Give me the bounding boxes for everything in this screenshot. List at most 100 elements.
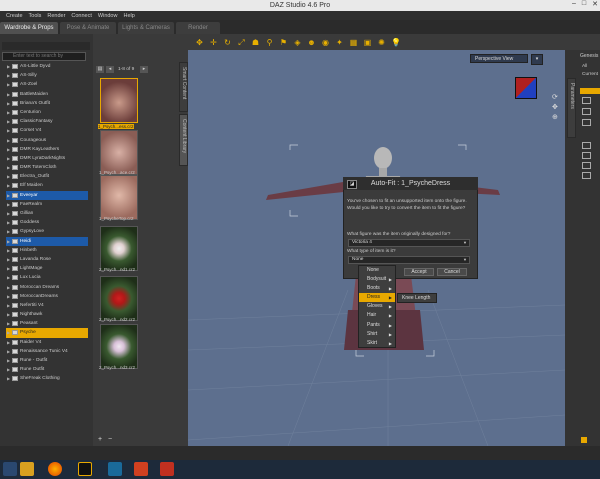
- thumbnail-5[interactable]: [100, 276, 138, 321]
- camera-select[interactable]: Perspective View: [470, 54, 528, 63]
- folder-item[interactable]: ▶ Elf Maiden: [6, 181, 88, 190]
- menu-item-hair[interactable]: Hair ▶: [359, 311, 395, 320]
- figure-tool-icon[interactable]: ☻: [307, 38, 316, 47]
- tab-smart-content[interactable]: Smart Content: [179, 62, 188, 112]
- folder-item[interactable]: ▶ Hinbeth: [6, 246, 88, 255]
- node-tool-icon[interactable]: ⚑: [279, 38, 288, 47]
- checkbox[interactable]: [581, 437, 587, 443]
- cancel-button[interactable]: Cancel: [437, 268, 467, 276]
- folder-item[interactable]: ▶ LightMage: [6, 264, 88, 273]
- view-cube-icon[interactable]: [515, 77, 537, 99]
- menu-item-skirt[interactable]: Skirt ▶: [359, 339, 395, 348]
- menu-connect[interactable]: Connect: [71, 13, 92, 19]
- item-type-select[interactable]: None: [348, 256, 470, 264]
- scene-item-icon[interactable]: [582, 172, 591, 179]
- folder-item[interactable]: ▶ AS-Little Dyvd: [6, 62, 88, 71]
- accept-button[interactable]: Accept: [404, 268, 434, 276]
- menu-item-none[interactable]: None: [359, 266, 395, 275]
- tab-parameters[interactable]: Parameters: [567, 78, 576, 138]
- scene-item-icon[interactable]: [582, 142, 591, 149]
- joint-tool-icon[interactable]: ⚲: [265, 38, 274, 47]
- tab-content-library[interactable]: Content Library: [179, 114, 188, 166]
- folder-item[interactable]: ▶ FaeRealm: [6, 200, 88, 209]
- view-mode-icon[interactable]: ▤: [96, 66, 104, 73]
- folder-item[interactable]: ▶ SheFreak Clothing: [6, 374, 88, 383]
- menu-tools[interactable]: Tools: [29, 13, 42, 19]
- menu-item-gloves[interactable]: Gloves ▶: [359, 302, 395, 311]
- menu-item-boots[interactable]: Boots ▶: [359, 284, 395, 293]
- folder-item[interactable]: ▶ Gillian: [6, 209, 88, 218]
- daz-studio-icon[interactable]: [78, 462, 92, 476]
- spotlight-tool-icon[interactable]: ✺: [377, 38, 386, 47]
- figure-select[interactable]: Victoria 4: [348, 239, 470, 247]
- thumbnail-6[interactable]: [100, 324, 138, 369]
- app-icon[interactable]: [108, 462, 122, 476]
- firefox-icon[interactable]: [48, 462, 62, 476]
- folder-item[interactable]: ▶ ClassicFantasy: [6, 117, 88, 126]
- tab-render[interactable]: Render: [176, 22, 220, 34]
- folder-item[interactable]: ▶ Nighthawk: [6, 310, 88, 319]
- folder-item[interactable]: ▶ Centurion: [6, 108, 88, 117]
- menu-item-dress[interactable]: Dress ▶: [359, 293, 395, 303]
- folder-item[interactable]: ▶ Rune - Outfit: [6, 356, 88, 365]
- folder-item[interactable]: ▶ DMR KayLeathers: [6, 145, 88, 154]
- folder-item[interactable]: ▶ GypsyLove: [6, 227, 88, 236]
- folder-item[interactable]: ▶ Briana's Outfit: [6, 99, 88, 108]
- submenu-knee-length[interactable]: Knee Length: [397, 293, 437, 303]
- folder-item-active[interactable]: ▶ Psyche: [6, 328, 88, 338]
- folder-item[interactable]: ▶ DMR TotemCloth: [6, 163, 88, 172]
- folder-item[interactable]: ▶ Lavanda Rose: [6, 255, 88, 264]
- folder-item-selected[interactable]: ▶ Heidi: [6, 236, 88, 246]
- close-icon[interactable]: ✕: [592, 0, 598, 8]
- file-explorer-icon[interactable]: [20, 462, 34, 476]
- select-tool-icon[interactable]: ✥: [195, 38, 204, 47]
- folder-item[interactable]: ▶ Renaissance Tunic V4: [6, 347, 88, 356]
- pan-icon[interactable]: ✥: [552, 104, 560, 112]
- folder-item[interactable]: ▶ Corset V4: [6, 126, 88, 135]
- tab-lights-cameras[interactable]: Lights & Cameras: [118, 22, 174, 34]
- folder-item[interactable]: ▶ Rune Outfit: [6, 365, 88, 374]
- minimize-icon[interactable]: –: [572, 0, 576, 8]
- remove-icon[interactable]: −: [108, 436, 115, 443]
- folder-item[interactable]: ▶ Courageous: [6, 136, 88, 145]
- region-tool-icon[interactable]: ▣: [363, 38, 372, 47]
- menu-window[interactable]: Window: [98, 13, 118, 19]
- chevron-left-icon[interactable]: ◂: [106, 66, 114, 73]
- folder-item[interactable]: ▶ DMR LyraDarkNights: [6, 154, 88, 163]
- folder-item[interactable]: ▶ Nefertiti V4: [6, 301, 88, 310]
- folder-item[interactable]: ▶ Lux Lucia: [6, 273, 88, 282]
- menu-create[interactable]: Create: [6, 13, 23, 19]
- filter-current[interactable]: Current: [582, 72, 598, 77]
- folder-item[interactable]: ▶ MoroccanDreams: [6, 292, 88, 301]
- viewport-menu-icon[interactable]: ▾: [531, 54, 543, 65]
- surface-tool-icon[interactable]: ✦: [335, 38, 344, 47]
- menu-item-pants[interactable]: Pants ▶: [359, 321, 395, 330]
- thumbnail-3[interactable]: [100, 175, 138, 220]
- scene-item-icon[interactable]: [582, 119, 591, 126]
- move-tool-icon[interactable]: ✛: [209, 38, 218, 47]
- orbit-icon[interactable]: ⟳: [552, 94, 560, 102]
- maximize-icon[interactable]: □: [582, 0, 586, 8]
- scene-item-icon[interactable]: [582, 162, 591, 169]
- folder-item[interactable]: ▶ AS-Silly: [6, 71, 88, 80]
- search-input[interactable]: Enter text to search by: [2, 52, 86, 61]
- menu-item-shirt[interactable]: Shirt ▶: [359, 330, 395, 339]
- media-icon[interactable]: [134, 462, 148, 476]
- folder-item[interactable]: ▶ Goddess: [6, 218, 88, 227]
- thumbnail-2[interactable]: [100, 130, 138, 175]
- camera-tool-icon[interactable]: ◉: [321, 38, 330, 47]
- scene-item-icon[interactable]: [582, 108, 591, 115]
- filter-all[interactable]: All: [582, 64, 587, 69]
- menu-help[interactable]: Help: [123, 13, 134, 19]
- folder-item[interactable]: ▶ BattleMaiden: [6, 90, 88, 99]
- start-icon[interactable]: [3, 462, 17, 476]
- thumbnail-4[interactable]: [100, 226, 138, 271]
- render-tool-icon[interactable]: ▦: [349, 38, 358, 47]
- tab-wardrobe-props[interactable]: Wardrobe & Props: [0, 22, 58, 34]
- folder-item[interactable]: ▶ Raider V4: [6, 338, 88, 347]
- scene-item-icon[interactable]: [582, 152, 591, 159]
- folder-item[interactable]: ▶ Moroccan Dreams: [6, 283, 88, 292]
- scene-item-icon[interactable]: [582, 97, 591, 104]
- chevron-right-icon[interactable]: ▸: [140, 66, 148, 73]
- folder-item[interactable]: ▶ AS-Zoel: [6, 80, 88, 89]
